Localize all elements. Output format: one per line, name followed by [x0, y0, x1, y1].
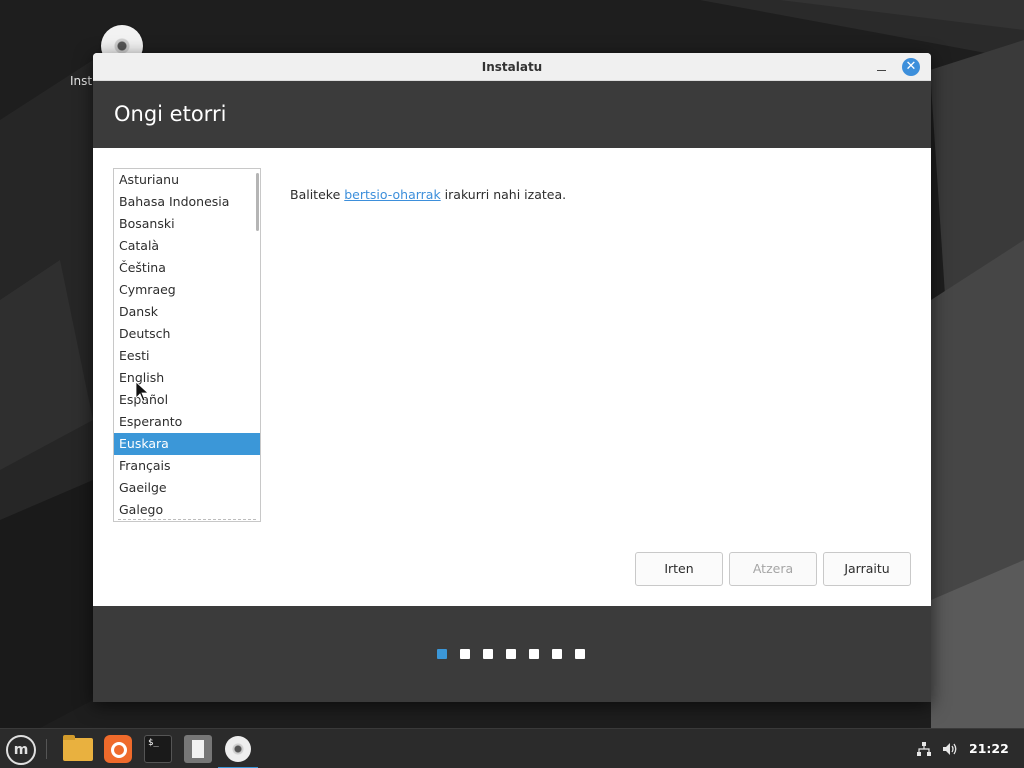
- page-header: Ongi etorri: [93, 81, 931, 148]
- release-notes-text: Baliteke bertsio-oharrak irakurri nahi i…: [290, 187, 566, 202]
- network-icon[interactable]: [916, 741, 932, 757]
- release-notes-link[interactable]: bertsio-oharrak: [344, 187, 440, 202]
- progress-step-indicator: [575, 649, 585, 659]
- language-item[interactable]: Eesti: [114, 345, 260, 367]
- back-button[interactable]: Atzera: [729, 552, 817, 586]
- close-button[interactable]: ✕: [902, 58, 920, 76]
- note-text-before: Baliteke: [290, 187, 345, 202]
- minimize-button[interactable]: [873, 58, 891, 76]
- taskbar: m $_ 21:22: [0, 728, 1024, 768]
- language-item[interactable]: Cymraeg: [114, 279, 260, 301]
- firefox-launcher[interactable]: [98, 729, 138, 768]
- window-title: Instalatu: [481, 60, 543, 74]
- terminal-icon: $_: [144, 735, 172, 763]
- continue-button[interactable]: Jarraitu: [823, 552, 911, 586]
- language-list[interactable]: Asturianu Bahasa Indonesia Bosanski Cata…: [113, 168, 261, 522]
- disc-icon: [225, 736, 251, 762]
- volume-icon[interactable]: [941, 740, 959, 758]
- language-item[interactable]: Galego: [114, 499, 260, 521]
- language-item[interactable]: Bosanski: [114, 213, 260, 235]
- installer-window: Instalatu ✕ Ongi etorri Asturianu Bahasa…: [93, 53, 931, 702]
- language-item[interactable]: Deutsch: [114, 323, 260, 345]
- note-text-after: irakurri nahi izatea.: [440, 187, 567, 202]
- mint-menu-button[interactable]: m: [6, 735, 36, 765]
- language-item[interactable]: Esperanto: [114, 411, 260, 433]
- progress-step-indicator: [506, 649, 516, 659]
- language-item-selected[interactable]: Euskara: [114, 433, 260, 455]
- folder-icon: [63, 735, 93, 761]
- progress-footer: [93, 606, 931, 702]
- progress-step-indicator: [529, 649, 539, 659]
- language-item[interactable]: Gaeilge: [114, 477, 260, 499]
- titlebar[interactable]: Instalatu ✕: [93, 53, 931, 81]
- progress-step-indicator: [437, 649, 447, 659]
- language-item[interactable]: Català: [114, 235, 260, 257]
- progress-step-indicator: [552, 649, 562, 659]
- mouse-pointer-icon: [135, 381, 150, 402]
- language-item[interactable]: Dansk: [114, 301, 260, 323]
- language-item[interactable]: Bahasa Indonesia: [114, 191, 260, 213]
- language-item[interactable]: Čeština: [114, 257, 260, 279]
- progress-step-indicator: [483, 649, 493, 659]
- clock[interactable]: 21:22: [969, 729, 1009, 768]
- terminal-launcher[interactable]: $_: [138, 729, 178, 768]
- quit-button[interactable]: Irten: [635, 552, 723, 586]
- scrollbar[interactable]: [256, 173, 259, 231]
- installer-window-button[interactable]: [218, 729, 258, 768]
- page-title: Ongi etorri: [114, 102, 227, 126]
- document-icon: [184, 735, 212, 763]
- language-item[interactable]: Français: [114, 455, 260, 477]
- progress-step-indicator: [460, 649, 470, 659]
- language-item[interactable]: Asturianu: [114, 169, 260, 191]
- document-window-button[interactable]: [178, 729, 218, 768]
- files-launcher[interactable]: [58, 729, 98, 768]
- list-divider: [118, 519, 256, 520]
- taskbar-separator: [46, 739, 47, 759]
- firefox-icon: [104, 735, 132, 763]
